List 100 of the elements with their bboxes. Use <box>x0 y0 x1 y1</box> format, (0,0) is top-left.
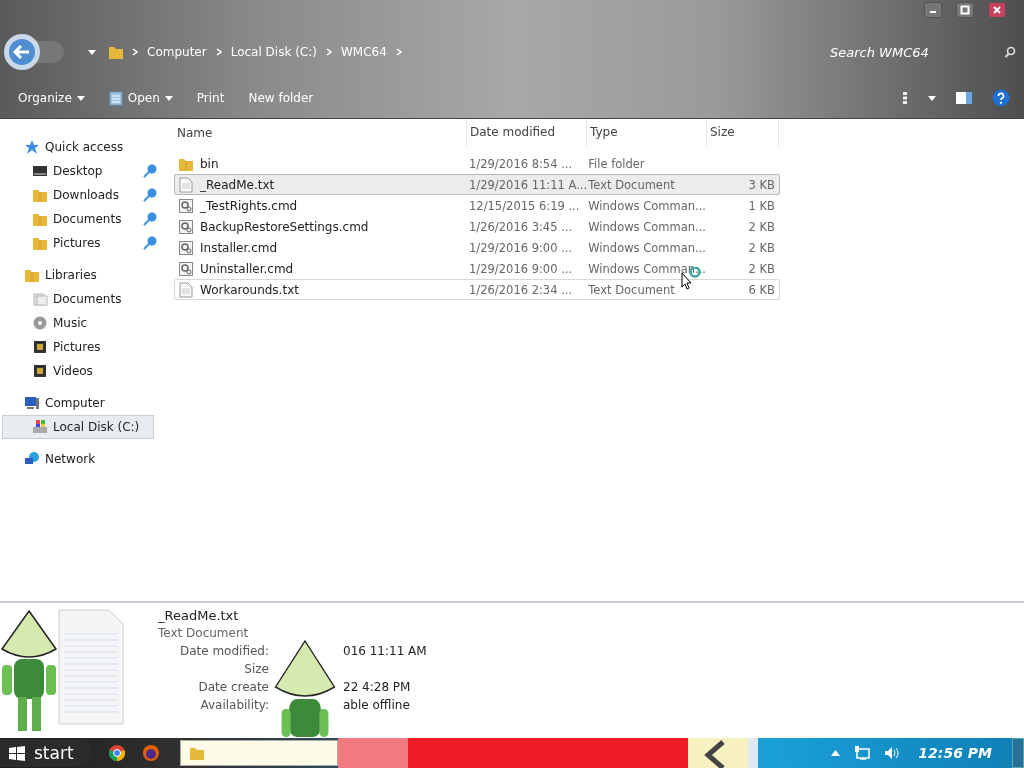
tray-expand-icon[interactable] <box>831 750 841 756</box>
size-cell: 1 KB <box>748 198 775 213</box>
type-cell-text: Windows Comman... <box>588 261 707 276</box>
toolbar-button[interactable]: Print <box>196 91 225 105</box>
chevron-icon[interactable] <box>132 48 138 56</box>
file-name: BackupRestoreSettings.cmd <box>200 219 369 234</box>
type-cell-text: Windows Comman... <box>588 219 707 234</box>
pin-icon[interactable] <box>142 235 158 251</box>
windows-logo-icon <box>8 745 26 761</box>
pin-icon[interactable] <box>142 187 158 203</box>
file-row[interactable]: _TestRights.cmd 12/15/2015 6:19 ... Windows Comman... 1 KB <box>174 195 780 216</box>
network-icon <box>24 451 40 467</box>
caret-icon[interactable] <box>88 49 96 55</box>
file-type: Text Document <box>158 626 250 642</box>
file-row[interactable]: BackupRestoreSettings.cmd 1/26/2016 3:45 ... Windows Comman... 2 KB <box>174 216 780 237</box>
nav-item[interactable]: Pictures <box>0 231 160 255</box>
folder-icon <box>32 235 48 251</box>
monitor-icon <box>32 163 48 179</box>
type-cell-text: Windows Comman... <box>588 198 707 213</box>
notepad-icon <box>108 90 123 106</box>
column-header[interactable]: Date modified <box>467 119 587 147</box>
gear-document-icon <box>178 239 194 256</box>
taskbar-button[interactable] <box>179 740 338 766</box>
toolbar-button[interactable]: Open <box>108 90 173 106</box>
start-button[interactable]: start <box>0 739 92 767</box>
file-row[interactable]: bin 1/29/2016 8:54 ... File folder <box>174 153 780 174</box>
property-label: Availability: <box>199 698 269 714</box>
preview-pane-icon[interactable] <box>956 92 972 104</box>
file-row[interactable]: Uninstaller.cmd 1/29/2016 9:00 ... Windows Comman... 2 KB <box>174 258 780 279</box>
folder-icon <box>24 267 40 283</box>
property-label: Date create <box>197 680 269 696</box>
pin-icon[interactable] <box>142 163 158 179</box>
column-header[interactable]: Name <box>174 119 467 147</box>
folder-icon <box>32 211 48 227</box>
close-icon <box>992 5 1002 15</box>
nav-item[interactable]: Downloads <box>0 183 160 207</box>
breadcrumb-link[interactable]: Computer <box>147 45 207 59</box>
file-row[interactable]: _ReadMe.txt 1/29/2016 11:11 A...Text Document 3 KB <box>174 174 780 195</box>
film-icon <box>32 363 48 379</box>
property-value: able offline <box>343 698 410 712</box>
file-name: _ReadMe.txt <box>200 177 275 192</box>
nav-item[interactable]: Pictures <box>0 335 160 359</box>
file-name: bin <box>200 156 219 171</box>
caret-icon[interactable] <box>928 95 936 101</box>
chevron-icon[interactable] <box>325 48 332 56</box>
search-icon <box>1004 46 1016 58</box>
type-cell-text: File folder <box>588 156 646 171</box>
size-cell: 2 KB <box>748 240 775 255</box>
help-icon[interactable] <box>992 89 1010 107</box>
chrome-icon[interactable] <box>107 744 126 762</box>
volume-icon[interactable] <box>884 746 901 760</box>
nav-item[interactable]: Desktop <box>0 159 160 183</box>
nav-item[interactable]: Computer <box>0 391 160 415</box>
network-icon[interactable] <box>854 746 871 760</box>
size-cell: 3 KB <box>748 177 775 192</box>
size-cell: 2 KB <box>748 261 775 276</box>
menu-button[interactable]: Organize <box>18 91 85 105</box>
gear-document-icon <box>178 260 194 277</box>
date-cell-text: 1/26/2016 2:34 ... <box>469 282 574 297</box>
size-cell: 2 KB <box>748 219 775 234</box>
column-header[interactable]: Type <box>587 119 707 147</box>
date-cell-text: 1/26/2016 3:45 ... <box>469 219 574 234</box>
nav-item[interactable]: Videos <box>0 359 160 383</box>
computer-icon <box>24 395 40 411</box>
gear-document-icon <box>178 218 194 235</box>
search-field[interactable]: Search WMC64 <box>828 43 1004 61</box>
close-button[interactable] <box>988 2 1006 18</box>
nav-item[interactable]: Music <box>0 311 160 335</box>
nav-item[interactable]: Network <box>0 447 160 471</box>
caret-icon <box>164 95 173 101</box>
maximize-button[interactable] <box>956 2 974 18</box>
type-cell-text: Text Document <box>588 177 676 192</box>
minimize-button[interactable] <box>924 2 942 18</box>
file-name: Uninstaller.cmd <box>200 261 294 276</box>
firefox-icon[interactable] <box>141 744 160 762</box>
clock[interactable]: 12:56 PM <box>918 745 992 761</box>
show-desktop-button[interactable] <box>1012 738 1024 768</box>
date-cell-text: 1/29/2016 8:54 ... <box>469 156 574 171</box>
documents-icon <box>32 291 48 307</box>
document-icon <box>178 176 194 193</box>
file-name: _TestRights.cmd <box>200 198 298 213</box>
date-cell-text: 12/15/2015 6:19 ... <box>469 198 581 213</box>
nav-item[interactable]: Quick access <box>0 135 160 159</box>
folder-icon <box>188 745 205 761</box>
size-cell: 6 KB <box>748 282 775 297</box>
chevron-icon[interactable] <box>395 48 402 56</box>
pin-icon[interactable] <box>142 211 158 227</box>
view-options-icon[interactable] <box>902 91 908 105</box>
nav-item[interactable]: Documents <box>0 207 160 231</box>
back-button[interactable] <box>2 32 66 72</box>
nav-item[interactable]: Documents <box>0 287 160 311</box>
file-row[interactable]: Workarounds.txt 1/26/2016 2:34 ... Text Document 6 KB <box>174 279 780 300</box>
nav-item[interactable]: Local Disk (C:) <box>2 415 154 439</box>
nav-item[interactable]: Libraries <box>0 263 160 287</box>
file-name: Installer.cmd <box>200 240 278 255</box>
disc-icon <box>32 315 48 331</box>
column-header[interactable]: Size <box>707 119 779 147</box>
chevron-icon[interactable] <box>215 48 222 56</box>
file-row[interactable]: Installer.cmd 1/29/2016 9:00 ... Windows Comman... 2 KB <box>174 237 780 258</box>
document-icon <box>178 281 194 298</box>
